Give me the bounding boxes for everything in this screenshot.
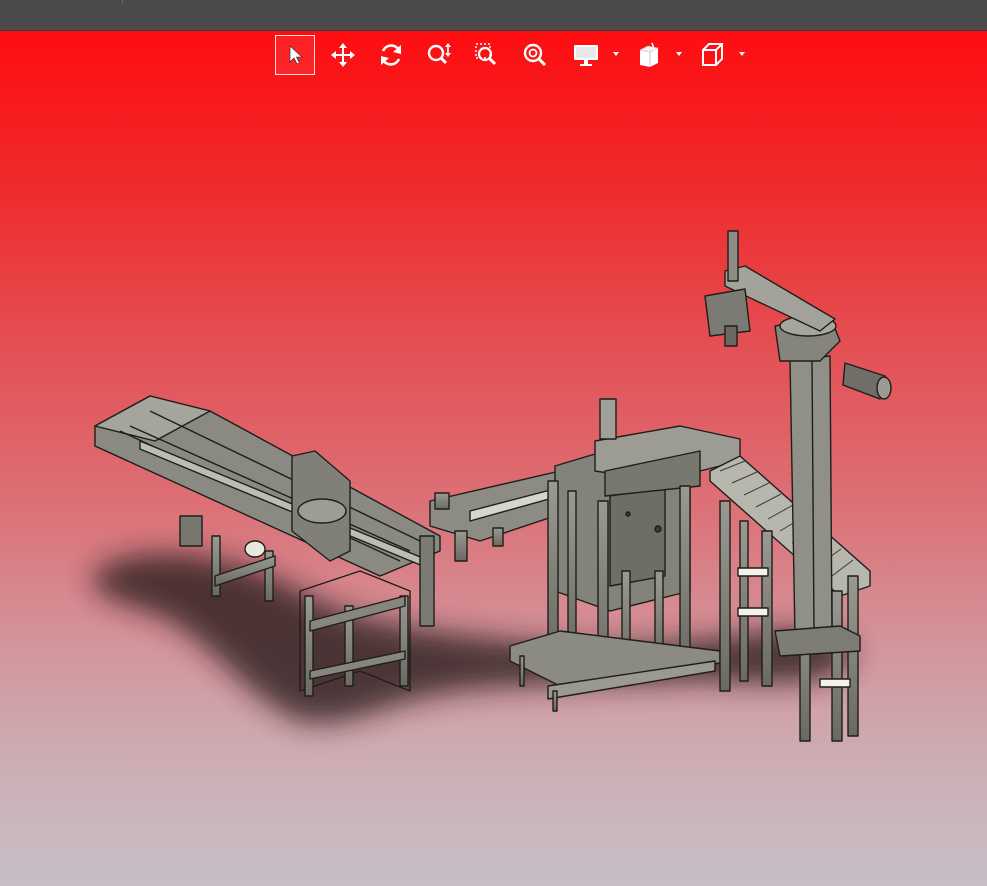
zoom-in-out-icon <box>427 43 451 65</box>
title-bar <box>0 0 987 31</box>
model-shadow <box>93 553 852 724</box>
view-orientation-button[interactable] <box>692 35 732 75</box>
monitor-display-icon <box>574 45 598 66</box>
zoom-to-fit-button[interactable] <box>515 35 555 75</box>
3d-viewport[interactable] <box>0 31 987 886</box>
zoom-to-area-button[interactable] <box>467 35 507 75</box>
rotate-tool-button[interactable] <box>371 35 411 75</box>
zoom-to-fit-icon <box>523 43 547 67</box>
title-bar-divider <box>122 0 123 4</box>
view-cube-icon <box>702 43 723 66</box>
section-view-dropdown-chevron-down-icon[interactable] <box>674 49 684 59</box>
pan-move-icon <box>331 43 355 67</box>
zoom-tool-button[interactable] <box>419 35 459 75</box>
section-view-button[interactable] <box>629 35 669 75</box>
cursor-arrow-icon <box>289 45 303 65</box>
machine-assembly-model[interactable] <box>0 31 987 886</box>
cad-viewer-window <box>0 0 987 886</box>
pan-tool-button[interactable] <box>323 35 363 75</box>
view-orientation-dropdown-chevron-down-icon[interactable] <box>737 49 747 59</box>
rotate-view-icon <box>381 44 401 66</box>
display-style-dropdown-chevron-down-icon[interactable] <box>611 49 621 59</box>
select-tool-button[interactable] <box>275 35 315 75</box>
display-style-button[interactable] <box>566 35 606 75</box>
zoom-to-area-icon <box>475 43 497 66</box>
section-view-icon <box>639 42 659 67</box>
